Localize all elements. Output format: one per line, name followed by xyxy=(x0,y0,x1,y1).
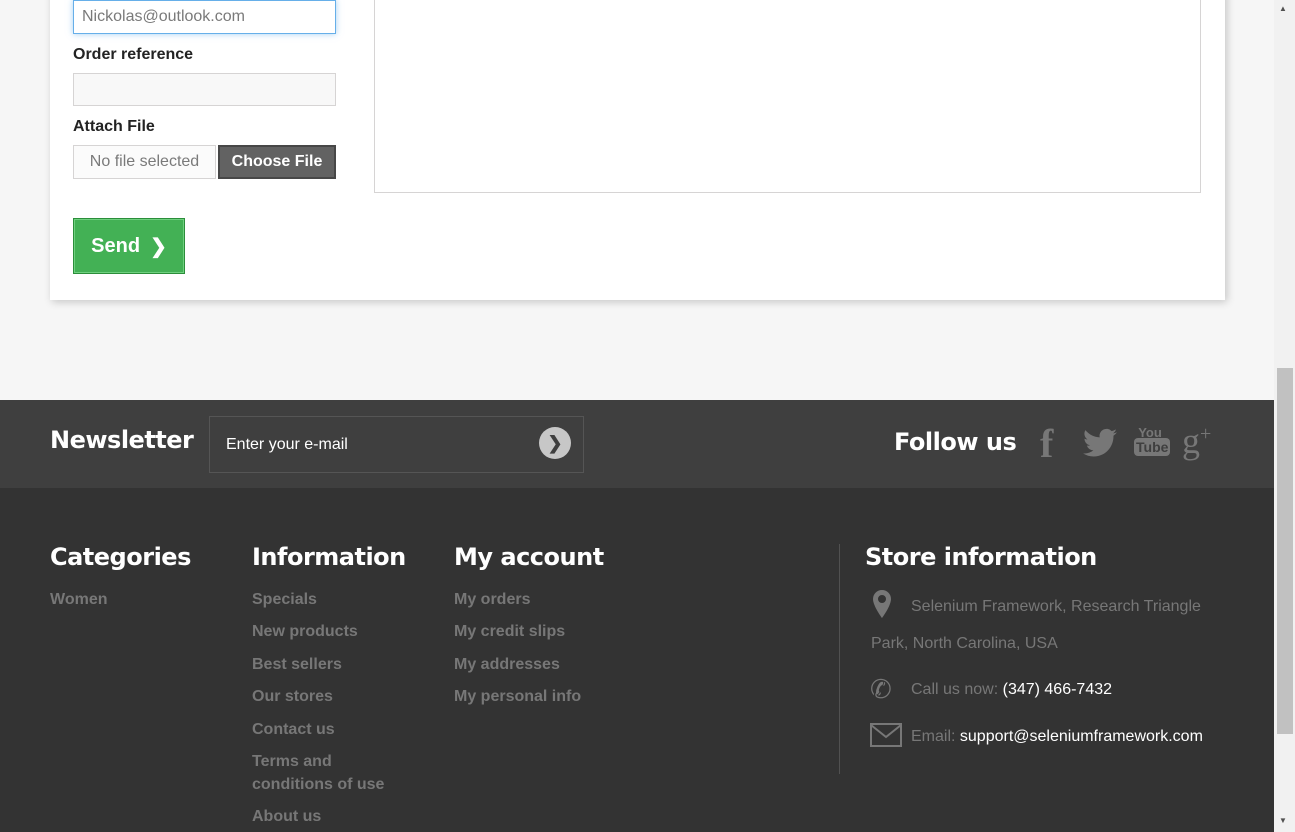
email-link[interactable]: support@seleniumframework.com xyxy=(960,728,1203,745)
scroll-down-icon[interactable]: ▼ xyxy=(1279,816,1287,825)
chevron-right-icon: ❯ xyxy=(150,235,167,258)
footer-link-personal-info[interactable]: My personal info xyxy=(454,685,581,708)
send-button[interactable]: Send ❯ xyxy=(73,218,185,274)
google-plus-icon[interactable]: g+ xyxy=(1182,420,1211,462)
my-account-title: My account xyxy=(454,543,604,571)
footer-link-my-orders[interactable]: My orders xyxy=(454,588,530,611)
store-address-line2: Park, North Carolina, USA xyxy=(871,635,1058,652)
envelope-icon xyxy=(870,723,902,752)
footer-link-contact-us[interactable]: Contact us xyxy=(252,718,335,741)
attach-file-label: Attach File xyxy=(73,118,155,135)
newsletter-title: Newsletter xyxy=(50,426,194,454)
choose-file-button[interactable]: Choose File xyxy=(218,145,336,179)
send-label: Send xyxy=(91,234,141,257)
order-reference-label: Order reference xyxy=(73,46,194,63)
store-phone: Call us now: (347) 466-7432 xyxy=(911,681,1112,699)
scrollbar-thumb[interactable] xyxy=(1277,368,1293,734)
phone-icon: ✆ xyxy=(870,674,892,704)
store-info-title: Store information xyxy=(865,543,1097,571)
location-pin-icon xyxy=(873,590,891,623)
footer-link-credit-slips[interactable]: My credit slips xyxy=(454,620,565,643)
youtube-icon[interactable]: You Tube xyxy=(1134,426,1171,456)
footer-divider xyxy=(839,544,840,774)
twitter-icon[interactable] xyxy=(1083,428,1117,463)
newsletter-placeholder: Enter your e-mail xyxy=(226,435,348,453)
store-address-line1: Selenium Framework, Research Triangle xyxy=(911,598,1201,615)
newsletter-email-input[interactable]: Enter your e-mail xyxy=(209,416,584,473)
information-title: Information xyxy=(252,543,406,571)
scroll-up-icon[interactable]: ▲ xyxy=(1279,4,1287,13)
order-reference-input[interactable] xyxy=(73,73,336,106)
newsletter-submit-icon[interactable]: ❯ xyxy=(539,427,571,459)
phone-number[interactable]: (347) 466-7432 xyxy=(1003,681,1112,698)
facebook-icon[interactable]: f xyxy=(1040,420,1053,467)
footer-link-women[interactable]: Women xyxy=(50,588,107,611)
message-textarea[interactable] xyxy=(374,0,1201,193)
footer-link-about-us[interactable]: About us xyxy=(252,805,321,828)
footer-link-specials[interactable]: Specials xyxy=(252,588,317,611)
footer-link-new-products[interactable]: New products xyxy=(252,620,358,643)
file-name-display: No file selected xyxy=(73,145,216,179)
store-email: Email: support@seleniumframework.com xyxy=(911,728,1203,746)
footer-link-terms[interactable]: Terms and conditions of use xyxy=(252,750,402,796)
categories-title: Categories xyxy=(50,543,191,571)
email-label: Email: xyxy=(911,728,956,745)
newsletter-bar: Newsletter Enter your e-mail ❯ Follow us… xyxy=(0,400,1274,488)
footer: Categories Women Information Specials Ne… xyxy=(0,488,1274,832)
call-label: Call us now: xyxy=(911,681,999,698)
footer-link-addresses[interactable]: My addresses xyxy=(454,653,560,676)
follow-us-title: Follow us xyxy=(894,428,1017,456)
email-field[interactable]: Nickolas@outlook.com xyxy=(73,0,336,34)
footer-link-our-stores[interactable]: Our stores xyxy=(252,685,333,708)
footer-link-best-sellers[interactable]: Best sellers xyxy=(252,653,342,676)
